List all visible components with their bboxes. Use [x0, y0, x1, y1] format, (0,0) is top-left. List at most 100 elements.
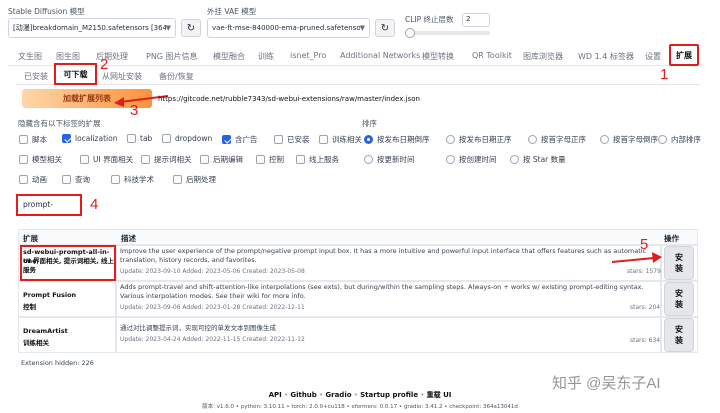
filter-checkbox[interactable] — [200, 155, 209, 164]
watermark: 知乎 @吴东子AI — [552, 375, 661, 392]
load-button-label: 加载扩展列表 — [63, 94, 111, 103]
vae-value: vae-ft-mse-840000-ema-pruned.safetensors — [212, 24, 360, 32]
table-header — [18, 229, 698, 245]
sort-label-text: 按首字母正序 — [541, 135, 586, 144]
sort-radio[interactable] — [446, 155, 455, 164]
filter-label-text: 已安装 — [287, 135, 310, 144]
filter-label-text: 动画 — [32, 175, 47, 184]
clip-label: CLIP 终止层数 — [405, 15, 454, 24]
filter-checkbox[interactable] — [80, 155, 89, 164]
sort-radio[interactable] — [600, 135, 609, 144]
sub-tab-bar — [16, 84, 700, 85]
model-select[interactable]: [动漫]breakdomain_M2150.safetensors [364a1… — [8, 18, 176, 38]
tab-settings[interactable]: 设置 — [645, 51, 661, 62]
tab-merge[interactable]: 模型融合 — [213, 51, 245, 62]
tab-backup-restore[interactable]: 备份/恢复 — [159, 71, 194, 82]
filter-checkbox[interactable] — [127, 134, 136, 143]
install-button[interactable]: 安装 — [664, 246, 694, 280]
extension-tags: 控制 — [23, 303, 36, 311]
install-button[interactable]: 安装 — [664, 282, 694, 316]
tab-additional-networks[interactable]: Additional Networks — [340, 51, 420, 60]
search-input[interactable]: prompt- — [16, 194, 82, 216]
extension-dates: Update: 2023-04-24 Added: 2022-11-15 Cre… — [120, 336, 305, 343]
tab-install-from-url[interactable]: 从网址安装 — [102, 71, 142, 82]
extension-name-link[interactable]: DreamArtist — [23, 327, 68, 335]
tab-image-browser[interactable]: 图库浏览器 — [523, 51, 563, 62]
extension-tags: 训练相关 — [23, 339, 49, 347]
filter-checkbox[interactable] — [296, 155, 305, 164]
filter-checkbox[interactable] — [222, 135, 231, 144]
filter-label-text: 脚本 — [32, 135, 47, 144]
filter-checkbox[interactable] — [141, 155, 150, 164]
extension-description: Improve the user experience of the promp… — [120, 247, 647, 264]
vae-select[interactable]: vae-ft-mse-840000-ema-pruned.safetensors… — [207, 18, 370, 38]
tab-train[interactable]: 训练 — [258, 51, 274, 62]
clip-slider[interactable] — [405, 28, 490, 38]
annotation-4: 4 — [90, 196, 99, 213]
filter-label-text: tab — [140, 134, 153, 143]
tab-txt2img[interactable]: 文生图 — [18, 51, 42, 62]
tab-img2img[interactable]: 图生图 — [56, 51, 80, 62]
sort-label-text: 按创建时间 — [459, 155, 497, 164]
sort-radio[interactable] — [364, 155, 373, 164]
tab-extensions-label: 扩展 — [676, 50, 692, 60]
chevron-down-icon: ▼ — [165, 24, 171, 32]
filter-checkbox[interactable] — [173, 175, 182, 184]
refresh-icon[interactable]: ↻ — [375, 19, 395, 37]
clip-slider-thumb[interactable] — [405, 28, 415, 38]
annotation-3: 3 — [130, 102, 139, 119]
sort-radio[interactable] — [446, 135, 455, 144]
sort-radio[interactable] — [658, 135, 667, 144]
tab-model-convert[interactable]: 模型转换 — [422, 51, 454, 62]
filter-label-text: 查询 — [75, 175, 90, 184]
tab-wd-tagger[interactable]: WD 1.4 标签器 — [578, 51, 634, 62]
sort-radio[interactable] — [364, 135, 373, 144]
refresh-icon[interactable]: ↻ — [181, 19, 201, 37]
vae-label: 外挂 VAE 模型 — [207, 7, 257, 16]
filter-checkbox[interactable] — [19, 155, 28, 164]
tab-png-info[interactable]: PNG 图片信息 — [146, 51, 198, 62]
sort-label-text: 按首字母倒序 — [613, 135, 658, 144]
tab-extensions[interactable]: 扩展 — [669, 44, 699, 66]
annotation-1: 1 — [660, 66, 669, 83]
filter-checkbox[interactable] — [319, 135, 328, 144]
filter-checkbox[interactable] — [62, 134, 71, 143]
extension-dates: Update: 2023-09-06 Added: 2023-01-28 Cre… — [120, 304, 305, 311]
tab-installed[interactable]: 已安装 — [24, 71, 48, 82]
filter-checkbox[interactable] — [162, 134, 171, 143]
footer-link-reload-ui[interactable]: 重载 UI — [427, 391, 452, 399]
sort-label-text: 按 Star 数量 — [523, 155, 566, 164]
sort-label-text: 按更新时间 — [377, 155, 415, 164]
footer-link-github[interactable]: Github — [290, 391, 316, 399]
filter-checkbox[interactable] — [256, 155, 265, 164]
filter-checkbox[interactable] — [62, 175, 71, 184]
footer-link-startup-profile[interactable]: Startup profile — [360, 391, 418, 399]
sort-group: 按发布日期倒序 按发布日期正序 按首字母正序 按首字母倒序 内部排序 按更新时间… — [360, 130, 701, 170]
sort-radio[interactable] — [510, 155, 519, 164]
extension-name-link[interactable]: Prompt Fusion — [23, 291, 76, 299]
filter-checkbox[interactable] — [19, 135, 28, 144]
filter-checkbox[interactable] — [19, 175, 28, 184]
tab-available[interactable]: 可下载 — [54, 63, 97, 85]
chevron-down-icon: ▼ — [359, 24, 365, 32]
footer-link-api[interactable]: API — [269, 391, 282, 399]
sort-label-text: 按发布日期倒序 — [377, 135, 430, 144]
table-row-desc-cell — [116, 317, 661, 353]
filter-label-text: 控制 — [269, 155, 284, 164]
filter-label-text: 含广告 — [235, 135, 258, 144]
filter-checkbox[interactable] — [111, 175, 120, 184]
sort-label-text: 内部排序 — [671, 135, 701, 144]
tab-isnet-pro[interactable]: isnet_Pro — [290, 51, 326, 60]
filter-label-text: localization — [75, 134, 118, 143]
sort-radio[interactable] — [528, 135, 537, 144]
filter-label-text: 线上服务 — [309, 155, 339, 164]
filter-label-text: 后期编辑 — [213, 155, 243, 164]
table-row — [18, 317, 116, 353]
install-button[interactable]: 安装 — [664, 318, 694, 352]
clip-input[interactable]: 2 — [462, 13, 490, 27]
extension-dates: Update: 2023-09-10 Added: 2023-05-06 Cre… — [120, 268, 305, 275]
footer-link-gradio[interactable]: Gradio — [325, 391, 351, 399]
table-header-description: 描述 — [121, 234, 136, 243]
tab-qr-toolkit[interactable]: QR Toolkit — [472, 51, 512, 60]
filter-checkbox[interactable] — [274, 135, 283, 144]
